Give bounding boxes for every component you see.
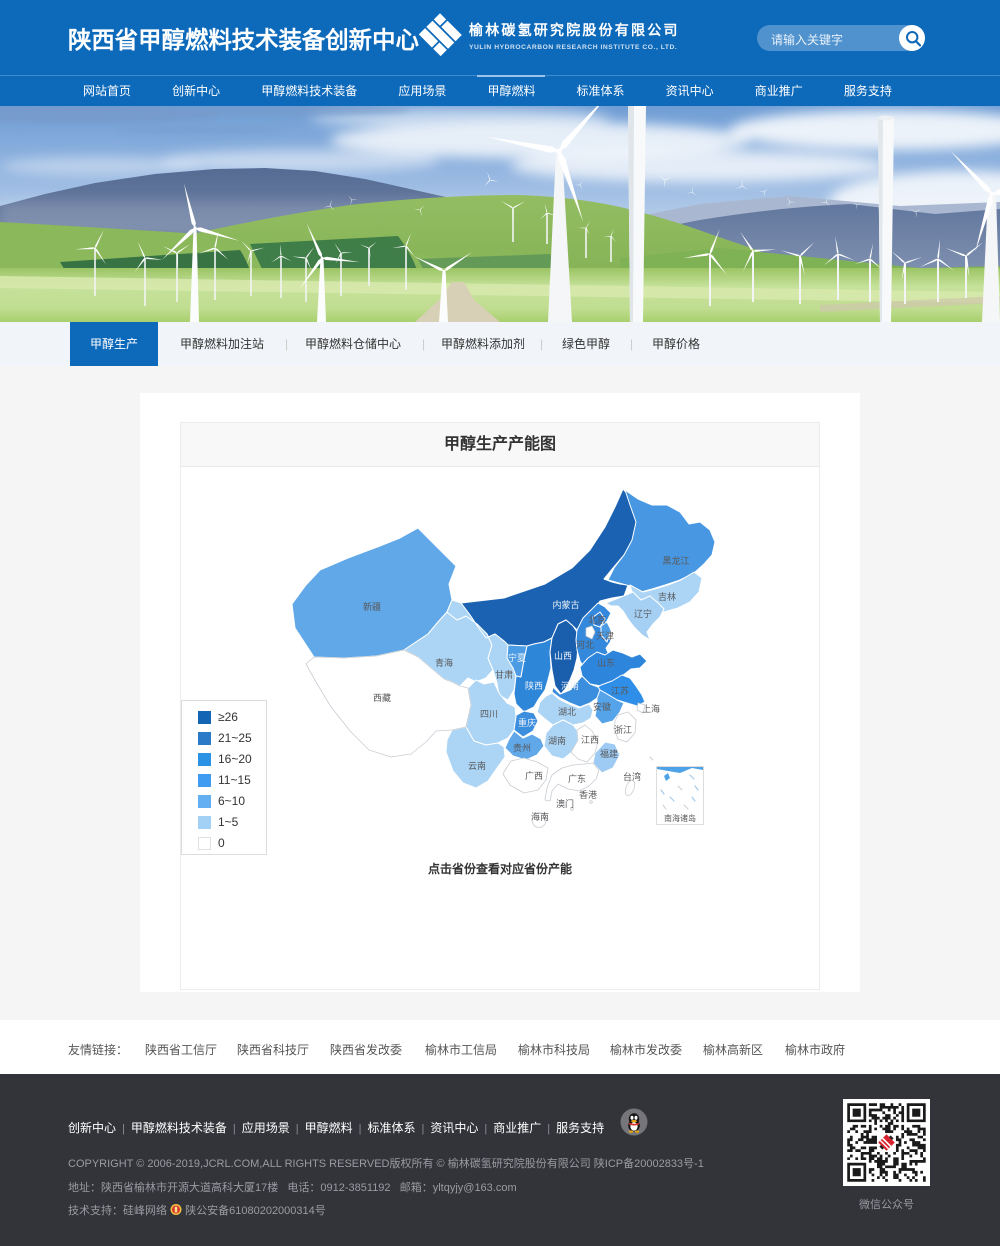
svg-text:青海: 青海 [435,657,453,668]
svg-text:辽宁: 辽宁 [634,608,652,619]
svg-text:河北: 河北 [576,639,594,650]
svg-text:湖南: 湖南 [548,735,566,746]
svg-text:北京: 北京 [588,614,606,625]
svg-text:山西: 山西 [554,651,572,661]
svg-text:云南: 云南 [468,760,486,771]
svg-text:宁夏: 宁夏 [508,652,526,663]
svg-text:浙江: 浙江 [614,724,632,735]
svg-text:西藏: 西藏 [373,692,391,703]
svg-text:安徽: 安徽 [593,701,611,712]
svg-text:吉林: 吉林 [658,591,676,602]
svg-text:广东: 广东 [568,773,586,784]
svg-text:江苏: 江苏 [611,685,629,696]
svg-text:台湾: 台湾 [623,771,641,782]
svg-text:重庆: 重庆 [518,717,536,728]
svg-text:内蒙古: 内蒙古 [552,599,579,610]
svg-text:贵州: 贵州 [513,742,531,753]
svg-text:山东: 山东 [597,657,615,668]
svg-text:天津: 天津 [596,631,614,641]
svg-text:海南: 海南 [531,811,549,822]
svg-text:四川: 四川 [480,709,498,719]
svg-text:广西: 广西 [525,770,543,781]
svg-text:河南: 河南 [561,680,579,691]
svg-text:江西: 江西 [581,735,599,745]
svg-text:新疆: 新疆 [363,601,381,612]
svg-text:上海: 上海 [642,703,660,714]
svg-text:湖北: 湖北 [558,707,576,717]
svg-text:香港: 香港 [579,789,597,800]
svg-text:南海诸岛: 南海诸岛 [664,813,696,823]
svg-text:澳门: 澳门 [556,798,574,809]
svg-text:陕西: 陕西 [525,680,543,691]
svg-text:黑龙江: 黑龙江 [662,555,689,566]
svg-text:福建: 福建 [600,748,618,759]
svg-text:甘肃: 甘肃 [495,669,513,680]
